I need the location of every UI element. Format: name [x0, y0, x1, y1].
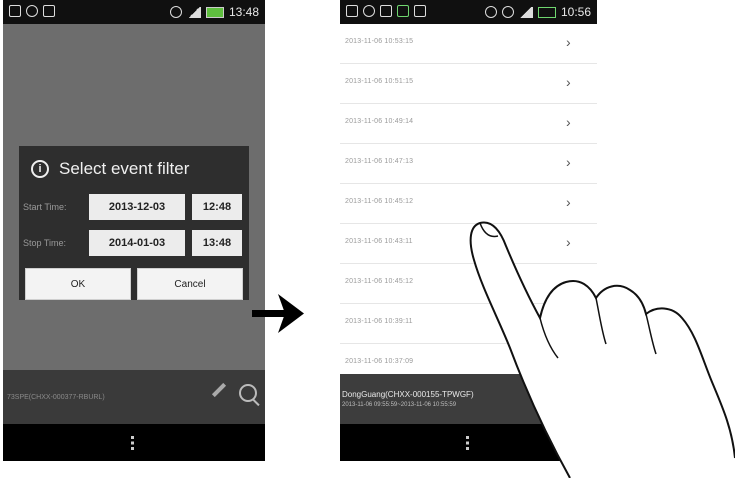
event-timestamp: 2013-11-06 10:45:12: [345, 278, 414, 285]
status-bar: 13:48: [3, 0, 265, 24]
list-item[interactable]: 2013-11-06 10:53:15 ›: [340, 24, 597, 64]
event-timestamp: 2013-11-06 10:37:09: [345, 358, 414, 365]
arrow-right-icon: [252, 294, 304, 333]
rotate-icon: [484, 6, 497, 18]
ok-button[interactable]: OK: [25, 268, 131, 300]
alarm-icon: [501, 6, 514, 18]
sync-icon: [363, 5, 375, 17]
dialog-title: i Select event filter: [19, 146, 249, 192]
battery-icon: [537, 6, 556, 18]
event-timestamp: 2013-11-06 10:39:11: [345, 318, 413, 325]
stop-time-label: Stop Time:: [23, 238, 67, 248]
event-timestamp: 2013-11-06 10:51:15: [345, 78, 414, 85]
hand-pointer-icon: [469, 221, 735, 478]
notification-icon: [346, 5, 358, 17]
menu-icon[interactable]: [131, 436, 134, 450]
alarm-icon: [169, 6, 182, 18]
start-time-label: Start Time:: [23, 202, 67, 212]
search-icon[interactable]: [239, 384, 257, 402]
event-timestamp: 2013-11-06 10:53:15: [345, 38, 414, 45]
chevron-right-icon: ›: [566, 74, 571, 90]
event-timestamp: 2013-11-06 10:47:13: [345, 158, 414, 165]
signal-icon: [518, 6, 533, 18]
device-label: 73SPE(CHXX-000377-RBURL): [7, 394, 105, 401]
dialog-title-text: Select event filter: [59, 159, 190, 178]
notification-icon: [9, 5, 21, 17]
list-item[interactable]: 2013-11-06 10:47:13 ›: [340, 144, 597, 184]
chevron-right-icon: ›: [566, 154, 571, 170]
mail-icon: [380, 5, 392, 17]
select-event-filter-dialog: i Select event filter Start Time: 2013-1…: [19, 146, 249, 300]
signal-icon: [186, 6, 201, 18]
bottom-bar: 73SPE(CHXX-000377-RBURL): [3, 370, 265, 424]
stop-time-field[interactable]: 13:48: [192, 230, 242, 256]
app-icon: [414, 5, 426, 17]
event-timestamp: 2013-11-06 10:45:12: [345, 198, 414, 205]
nav-bar: [3, 424, 265, 461]
chevron-right-icon: ›: [566, 34, 571, 50]
status-bar: 10:56: [340, 0, 597, 24]
start-date-field[interactable]: 2013-12-03: [89, 194, 185, 220]
time-range: 2013-11-06 09:55:59~2013-11-06 10:55:59: [342, 402, 457, 408]
cancel-button[interactable]: Cancel: [137, 268, 243, 300]
list-item[interactable]: 2013-11-06 10:49:14 ›: [340, 104, 597, 144]
app-icon: [43, 5, 55, 17]
info-icon: i: [31, 160, 49, 178]
battery-icon: [205, 6, 224, 18]
stop-date-field[interactable]: 2014-01-03: [89, 230, 185, 256]
pencil-icon[interactable]: [211, 382, 227, 398]
list-item[interactable]: 2013-11-06 10:51:15 ›: [340, 64, 597, 104]
status-time: 13:48: [228, 5, 259, 19]
app-icon: [397, 5, 409, 17]
sync-icon: [26, 5, 38, 17]
event-timestamp: 2013-11-06 10:49:14: [345, 118, 414, 125]
chevron-right-icon: ›: [566, 114, 571, 130]
event-timestamp: 2013-11-06 10:43:11: [345, 238, 413, 245]
status-time: 10:56: [560, 5, 591, 19]
phone-screen-left: 13:48 i Select event filter Start Time: …: [3, 0, 265, 461]
start-time-field[interactable]: 12:48: [192, 194, 242, 220]
